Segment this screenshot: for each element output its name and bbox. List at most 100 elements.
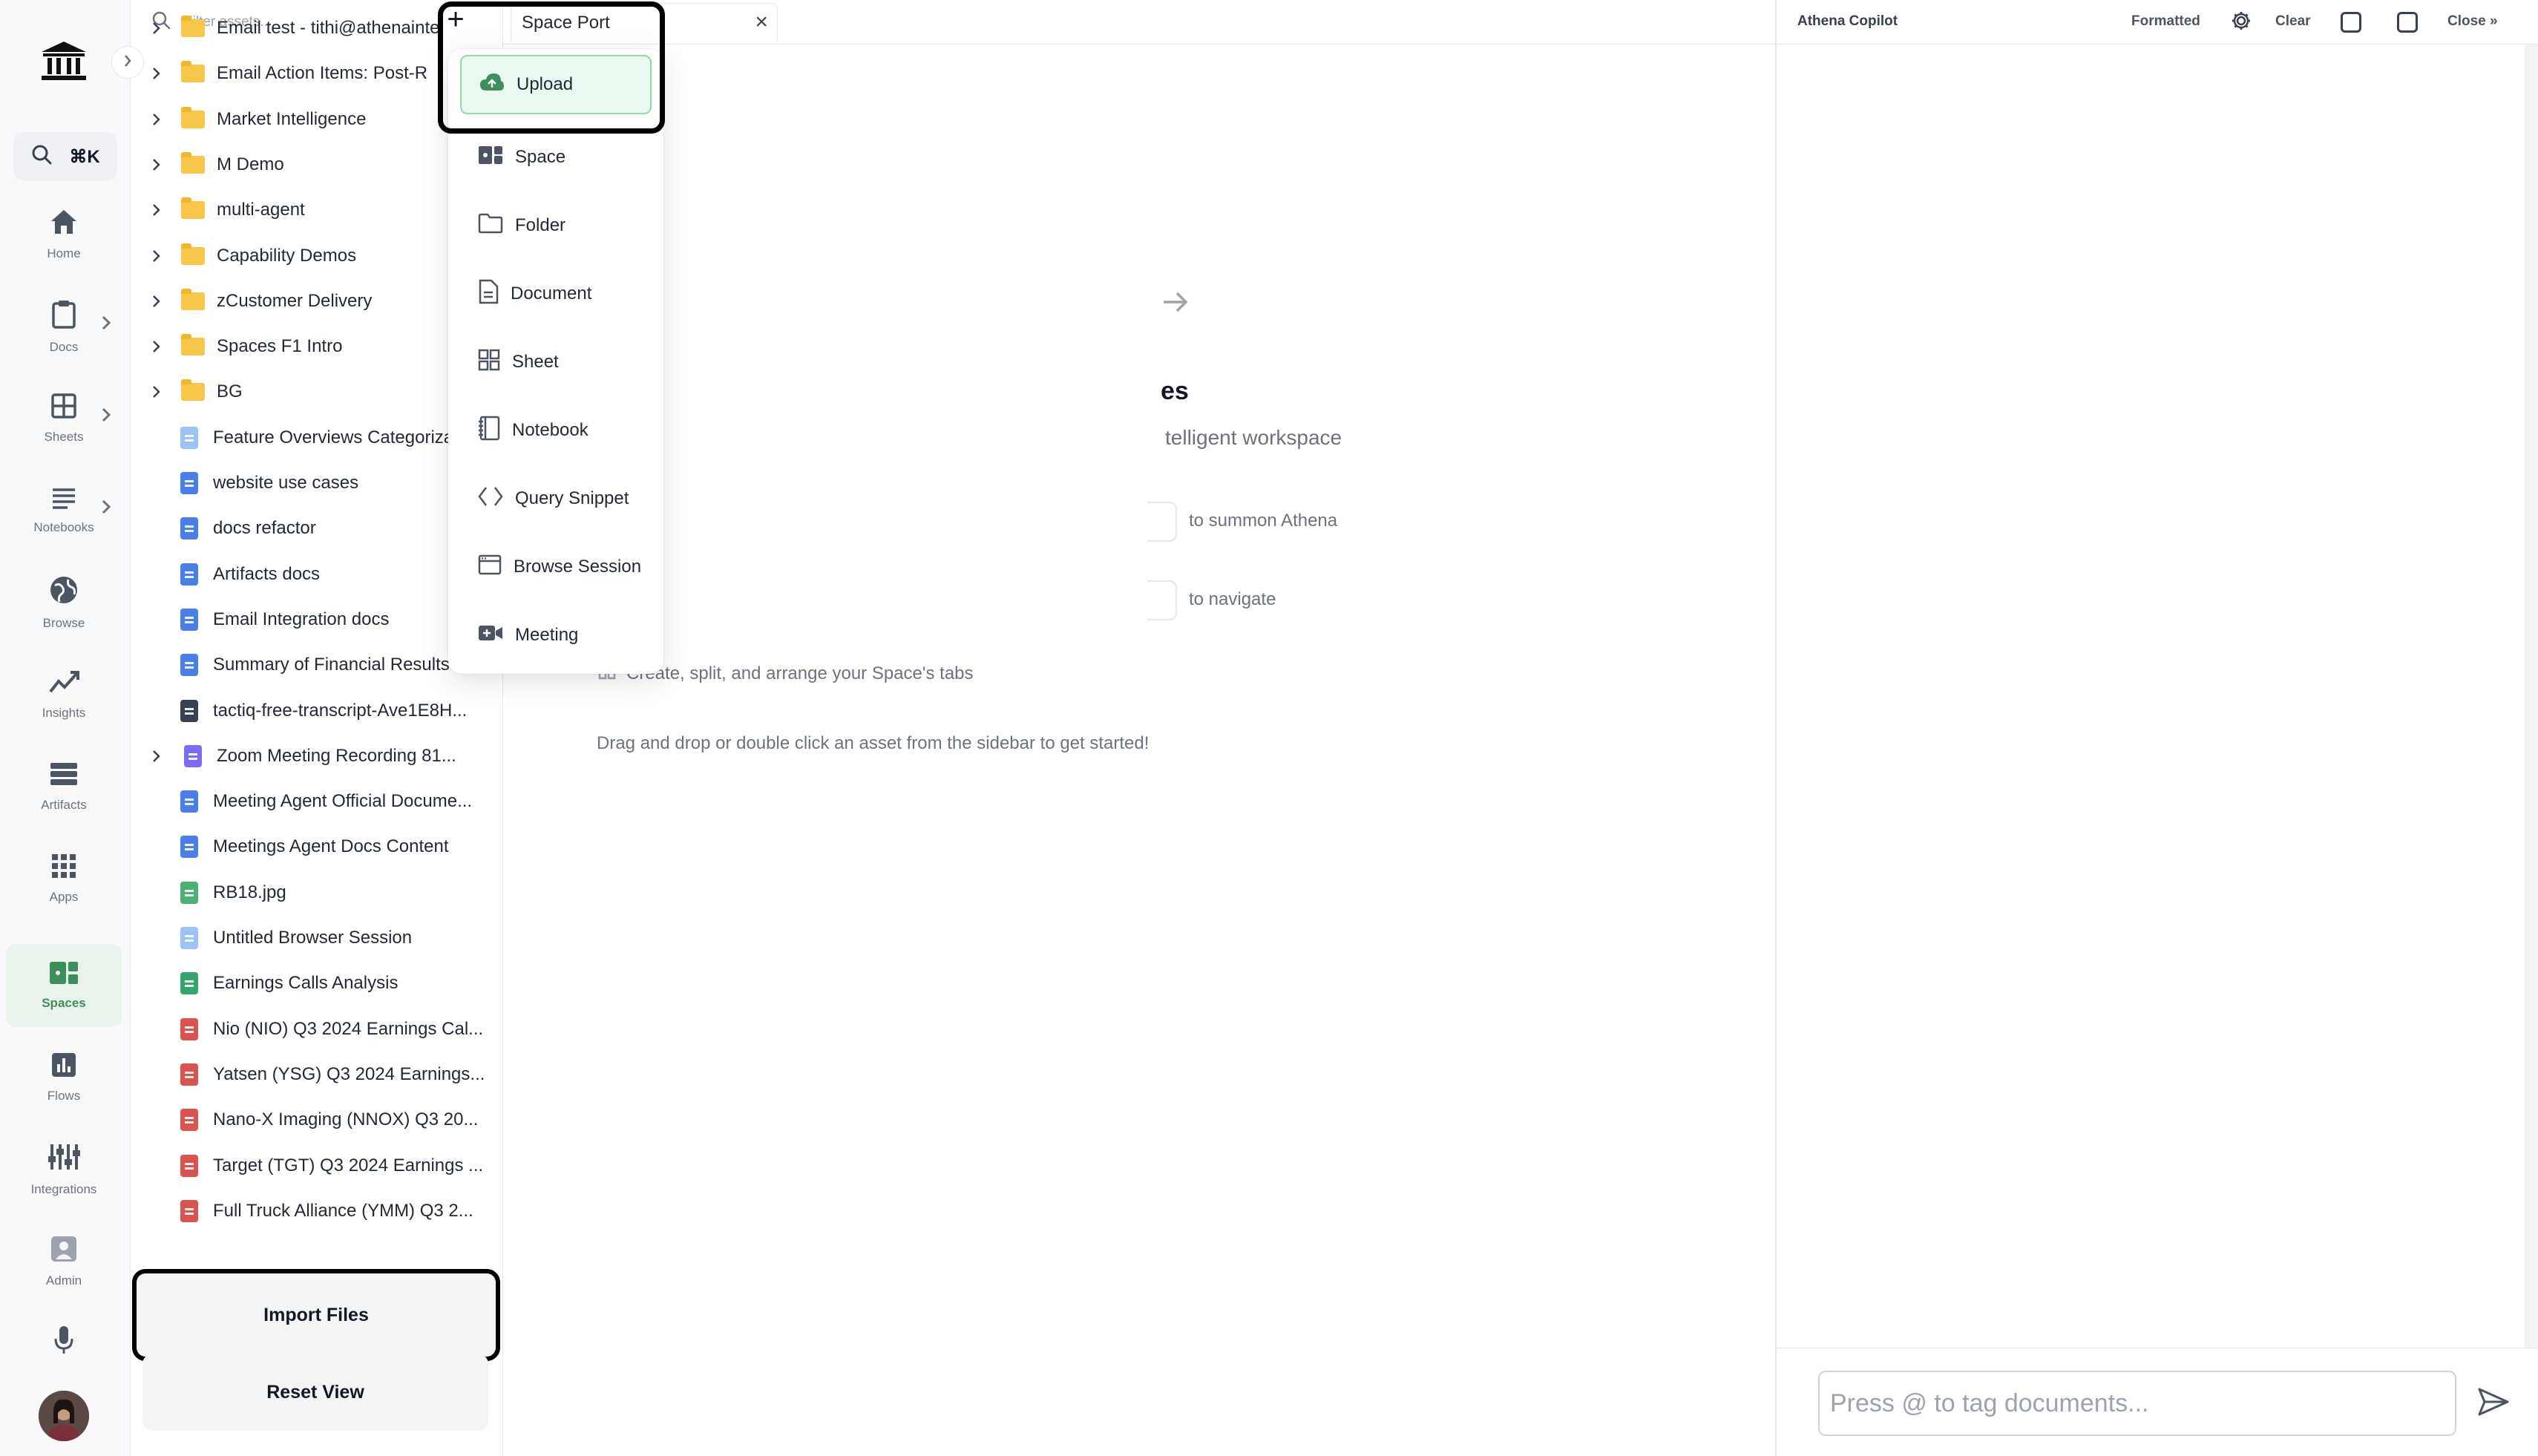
chevron-right-icon[interactable]: [151, 203, 166, 217]
asset-name: M Demo: [217, 154, 284, 174]
folder-row[interactable]: BG: [131, 371, 502, 413]
chevron-right-icon[interactable]: [151, 66, 166, 81]
checkbox-2[interactable]: [2397, 12, 2418, 33]
asset-row[interactable]: Email Integration docs: [131, 599, 502, 640]
chevron-right-icon[interactable]: [151, 157, 166, 172]
reset-view-button[interactable]: Reset View: [142, 1354, 488, 1431]
rail-item-insights[interactable]: Insights: [6, 653, 122, 736]
document-icon: [180, 790, 198, 813]
folder-row[interactable]: Capability Demos: [131, 235, 502, 277]
rail-item-browse[interactable]: Browse: [6, 561, 122, 644]
formatted-toggle[interactable]: Formatted: [2131, 13, 2200, 30]
rail-label: Apps: [49, 889, 79, 904]
asset-row[interactable]: Target (TGT) Q3 2024 Earnings ...: [131, 1145, 502, 1187]
rail-item-notebooks[interactable]: Notebooks: [6, 469, 122, 552]
asset-row[interactable]: Zoom Meeting Recording 81...: [131, 735, 502, 777]
import-files-button[interactable]: Import Files: [132, 1269, 500, 1361]
asset-row[interactable]: Untitled Browser Session: [131, 917, 502, 959]
menu-item-browse-session[interactable]: Browse Session: [460, 537, 652, 597]
asset-name: docs refactor: [213, 518, 316, 539]
chevron-right-icon[interactable]: [101, 407, 111, 427]
document-icon: [180, 608, 198, 631]
chevron-right-icon[interactable]: [101, 499, 111, 519]
rail-item-integrations[interactable]: Integrations: [6, 1128, 122, 1211]
meeting-recording-icon: [184, 744, 202, 767]
asset-name: Nano-X Imaging (NNOX) Q3 20...: [213, 1109, 479, 1130]
asset-row[interactable]: docs refactor: [131, 508, 502, 549]
asset-row[interactable]: Nio (NIO) Q3 2024 Earnings Cal...: [131, 1009, 502, 1050]
menu-item-sheet[interactable]: Sheet: [460, 332, 652, 392]
asset-row[interactable]: Meeting Agent Official Docume...: [131, 781, 502, 822]
rail-item-flows[interactable]: Flows: [6, 1036, 122, 1119]
checkbox-1[interactable]: [2341, 12, 2361, 33]
menu-item-upload[interactable]: Upload: [460, 55, 652, 114]
chevron-right-icon[interactable]: [151, 294, 166, 309]
athena-logo-icon[interactable]: [39, 40, 89, 82]
menu-label: Document: [511, 283, 592, 304]
rail-item-docs[interactable]: Docs: [6, 285, 122, 368]
sidebar-toggle-button[interactable]: [111, 46, 144, 79]
space-icon: [478, 145, 503, 170]
avatar[interactable]: [39, 1391, 89, 1441]
asset-row[interactable]: Nano-X Imaging (NNOX) Q3 20...: [131, 1099, 502, 1141]
menu-item-notebook[interactable]: Notebook: [460, 401, 652, 460]
asset-row[interactable]: Full Truck Alliance (YMM) Q3 2...: [131, 1190, 502, 1232]
rail-item-spaces[interactable]: Spaces: [6, 944, 122, 1027]
chevron-right-icon[interactable]: [101, 315, 111, 335]
rail-item-apps[interactable]: Apps: [6, 837, 122, 920]
tab-label: Space Port: [522, 12, 610, 33]
new-asset-button[interactable]: +: [439, 4, 472, 37]
asset-row[interactable]: Yatsen (YSG) Q3 2024 Earnings...: [131, 1054, 502, 1095]
drag-hint: Drag and drop or double click an asset f…: [597, 733, 1150, 753]
rail-item-artifacts[interactable]: Artifacts: [6, 745, 122, 828]
rail-item-home[interactable]: Home: [6, 193, 122, 276]
menu-item-meeting[interactable]: Meeting: [460, 606, 652, 665]
document-icon: [180, 472, 198, 494]
asset-name: Target (TGT) Q3 2024 Earnings ...: [213, 1155, 484, 1175]
folder-row[interactable]: M Demo: [131, 144, 502, 186]
clipboard-icon: [51, 299, 76, 332]
folder-row[interactable]: Market Intelligence: [131, 99, 502, 140]
menu-item-folder[interactable]: Folder: [460, 196, 652, 255]
browse-session-icon: [180, 426, 198, 449]
copilot-scrollbar[interactable]: [2525, 45, 2538, 1348]
folder-row[interactable]: Email Action Items: Post-R: [131, 53, 502, 94]
folder-row[interactable]: Spaces F1 Intro: [131, 326, 502, 367]
menu-item-document[interactable]: Document: [460, 264, 652, 324]
asset-sidebar: Filter assets... Email test - tithi@athe…: [131, 0, 503, 1456]
chevron-right-icon[interactable]: [151, 384, 166, 399]
asset-row[interactable]: Earnings Calls Analysis: [131, 963, 502, 1004]
chevron-right-icon[interactable]: [151, 249, 166, 263]
rail-item-admin[interactable]: Admin: [6, 1220, 122, 1303]
send-icon[interactable]: [2477, 1387, 2510, 1420]
chevron-right-icon[interactable]: [151, 21, 166, 36]
folder-icon: [478, 213, 503, 239]
gear-icon[interactable]: [2231, 10, 2252, 36]
rail-item-sheets[interactable]: Sheets: [6, 377, 122, 460]
asset-row[interactable]: Summary of Financial Results: [131, 644, 502, 686]
pdf-file-icon: [180, 1199, 198, 1222]
asset-row[interactable]: Artifacts docs: [131, 554, 502, 595]
asset-row[interactable]: website use cases: [131, 462, 502, 504]
global-search-button[interactable]: ⌘K: [13, 132, 117, 181]
asset-row[interactable]: Feature Overviews Categorizat: [131, 417, 502, 459]
chevron-right-icon[interactable]: [151, 112, 166, 127]
close-tab-icon[interactable]: ×: [755, 11, 768, 33]
folder-row[interactable]: zCustomer Delivery: [131, 281, 502, 322]
folder-row[interactable]: multi-agent: [131, 189, 502, 231]
chevron-right-icon[interactable]: [151, 749, 166, 764]
asset-row[interactable]: Meetings Agent Docs Content: [131, 826, 502, 868]
microphone-icon[interactable]: [53, 1325, 74, 1359]
menu-item-space[interactable]: Space: [460, 128, 652, 187]
tab-space-port[interactable]: Space Port ×: [511, 3, 778, 42]
asset-row[interactable]: tactiq-free-transcript-Ave1E8H...: [131, 690, 502, 732]
asset-row[interactable]: RB18.jpg: [131, 872, 502, 914]
clear-button[interactable]: Clear: [2275, 13, 2311, 30]
menu-item-query-snippet[interactable]: Query Snippet: [460, 469, 652, 528]
asset-name: multi-agent: [217, 200, 305, 220]
close-copilot-button[interactable]: Close »: [2447, 13, 2498, 30]
copilot-chat-input[interactable]: [1818, 1371, 2456, 1436]
chevron-right-icon[interactable]: [151, 339, 166, 354]
apps-grid-icon: [51, 853, 76, 882]
pdf-file-icon: [180, 1063, 198, 1086]
